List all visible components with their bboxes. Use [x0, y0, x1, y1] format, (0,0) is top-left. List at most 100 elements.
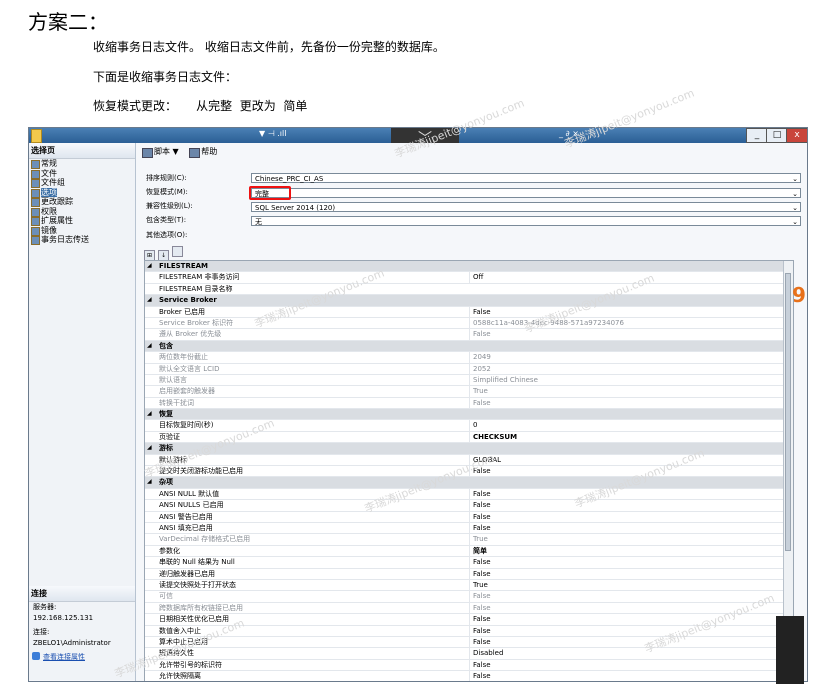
property-value[interactable]: False: [469, 602, 793, 614]
collapse-icon[interactable]: ◢: [147, 295, 152, 305]
property-value[interactable]: 简单: [469, 545, 793, 557]
grid-property-row[interactable]: ANSI NULLS 已启用 False: [145, 500, 793, 512]
property-value[interactable]: GLOBAL: [469, 454, 793, 466]
property-value[interactable]: True: [469, 579, 793, 591]
close-button[interactable]: x: [786, 128, 807, 143]
property-value[interactable]: True: [469, 386, 793, 397]
grid-property-row[interactable]: 允许快照隔离 False: [145, 671, 793, 681]
collapse-icon[interactable]: ◢: [147, 443, 152, 453]
grid-property-row[interactable]: 日期相关性优化已启用 False: [145, 614, 793, 626]
page-item[interactable]: 权限: [29, 207, 135, 217]
property-value[interactable]: False: [469, 557, 793, 568]
property-value[interactable]: False: [469, 511, 793, 522]
property-value[interactable]: False: [469, 466, 793, 477]
grid-property-row[interactable]: FILESTREAM 目录名称: [145, 284, 793, 296]
property-value[interactable]: False: [469, 329, 793, 340]
scrollbar-thumb[interactable]: [785, 273, 791, 551]
property-value[interactable]: Disabled: [469, 648, 793, 659]
grid-category-row[interactable]: ◢ 游标: [145, 443, 793, 455]
grid-property-row[interactable]: VarDecimal 存储格式已启用 True: [145, 534, 793, 546]
grid-property-row[interactable]: 递归触发器已启用 False: [145, 568, 793, 580]
maximize-button[interactable]: □: [766, 128, 788, 143]
collapse-icon[interactable]: ◢: [147, 261, 152, 271]
grid-property-row[interactable]: 页验证 CHECKSUM: [145, 431, 793, 444]
property-value[interactable]: False: [469, 522, 793, 534]
grid-category-row[interactable]: ◢ FILESTREAM: [145, 261, 793, 273]
grid-property-row[interactable]: 启用嵌套的触发器 True: [145, 386, 793, 398]
recovery-model-label: 恢复模式(M):: [146, 188, 188, 196]
page-item[interactable]: 镜像: [29, 226, 135, 236]
property-value[interactable]: False: [469, 306, 793, 317]
grid-category-row[interactable]: ◢ Service Broker: [145, 295, 793, 307]
property-value[interactable]: CHECKSUM: [469, 431, 793, 443]
grid-property-row[interactable]: 默认全文语言 LCID 2052: [145, 363, 793, 375]
page-item[interactable]: 文件组: [29, 178, 135, 188]
collation-select[interactable]: Chinese_PRC_CI_AS ⌄: [251, 173, 801, 183]
chevron-down-icon[interactable]: ▼: [173, 147, 179, 156]
property-value[interactable]: 0: [469, 420, 793, 431]
property-value[interactable]: False: [469, 568, 793, 579]
grid-property-row[interactable]: ANSI NULL 默认值 False: [145, 488, 793, 501]
property-value[interactable]: False: [469, 488, 793, 500]
page-item[interactable]: 常规: [29, 159, 135, 169]
inner-window-controls[interactable]: _ ∂ ×: [559, 129, 579, 138]
property-value[interactable]: 2052: [469, 363, 793, 374]
property-value[interactable]: 0588c11a-4083-4dec-9488-571a97234076: [469, 317, 793, 329]
property-value[interactable]: 2049: [469, 352, 793, 363]
grid-property-row[interactable]: 遵从 Broker 优先级 False: [145, 329, 793, 341]
property-value[interactable]: False: [469, 671, 793, 681]
property-pages-icon[interactable]: [172, 246, 183, 257]
grid-property-row[interactable]: 默认游标 GLOBAL: [145, 454, 793, 467]
property-value[interactable]: True: [469, 534, 793, 545]
minimize-button[interactable]: _: [746, 128, 768, 143]
script-label: 脚本: [154, 147, 170, 156]
help-button[interactable]: 帮助: [189, 146, 217, 158]
page-item[interactable]: 扩展属性: [29, 216, 135, 226]
grid-property-row[interactable]: ANSI 警告已启用 False: [145, 511, 793, 523]
property-value[interactable]: False: [469, 500, 793, 511]
grid-category-row[interactable]: ◢ 杂项: [145, 477, 793, 489]
property-value[interactable]: False: [469, 614, 793, 625]
collapse-icon[interactable]: ◢: [147, 477, 152, 487]
grid-property-row[interactable]: 转换干扰词 False: [145, 397, 793, 410]
page-item[interactable]: 更改跟踪: [29, 197, 135, 207]
view-connection-properties-link[interactable]: 查看连接属性: [29, 652, 135, 662]
script-button[interactable]: 脚本 ▼: [142, 146, 179, 158]
grid-property-row[interactable]: FILESTREAM 非事务访问 Off: [145, 272, 793, 284]
script-icon: [142, 148, 153, 158]
property-value[interactable]: Simplified Chinese: [469, 374, 793, 386]
grid-property-row[interactable]: 读提交快照处于打开状态 True: [145, 579, 793, 592]
grid-property-row[interactable]: 参数化 简单: [145, 545, 793, 558]
grid-property-row[interactable]: 两位数年份截止 2049: [145, 352, 793, 364]
property-value[interactable]: Off: [469, 272, 793, 283]
property-value[interactable]: False: [469, 659, 793, 671]
grid-category-row[interactable]: ◢ 恢复: [145, 409, 793, 421]
property-value[interactable]: False: [469, 397, 793, 409]
grid-property-row[interactable]: 串联的 Null 结果为 Null False: [145, 557, 793, 569]
grid-property-row[interactable]: 算术中止已启用 False: [145, 636, 793, 649]
page-item[interactable]: 事务日志传送: [29, 235, 135, 245]
property-value[interactable]: False: [469, 625, 793, 636]
grid-property-row[interactable]: 默认语言 Simplified Chinese: [145, 374, 793, 387]
grid-property-row[interactable]: 跨数据库所有权链接已启用 False: [145, 602, 793, 615]
page-item[interactable]: 文件: [29, 169, 135, 179]
property-value[interactable]: False: [469, 636, 793, 648]
compatibility-level-select[interactable]: SQL Server 2014 (120) ⌄: [251, 202, 801, 212]
grid-property-row[interactable]: 目标恢复时间(秒) 0: [145, 420, 793, 432]
property-name: 页验证: [159, 432, 180, 441]
recovery-model-select[interactable]: 完整 ⌄: [251, 188, 801, 198]
page-item[interactable]: 选项: [29, 187, 135, 198]
grid-property-row[interactable]: Service Broker 标识符 0588c11a-4083-4dec-948…: [145, 317, 793, 330]
grid-property-row[interactable]: 短语持久性 Disabled: [145, 648, 793, 660]
grid-property-row[interactable]: 数值舍入中止 False: [145, 625, 793, 637]
grid-property-row[interactable]: Broker 已启用 False: [145, 306, 793, 318]
containment-type-select[interactable]: 无 ⌄: [251, 216, 801, 226]
grid-property-row[interactable]: 可信 False: [145, 591, 793, 603]
grid-property-row[interactable]: 提交时关闭游标功能已启用 False: [145, 466, 793, 478]
collapse-icon[interactable]: ◢: [147, 409, 152, 419]
grid-property-row[interactable]: ANSI 填充已启用 False: [145, 522, 793, 535]
property-value[interactable]: False: [469, 591, 793, 602]
collapse-icon[interactable]: ◢: [147, 341, 152, 351]
grid-property-row[interactable]: 允许带引号的标识符 False: [145, 659, 793, 672]
grid-category-row[interactable]: ◢ 包含: [145, 340, 793, 353]
